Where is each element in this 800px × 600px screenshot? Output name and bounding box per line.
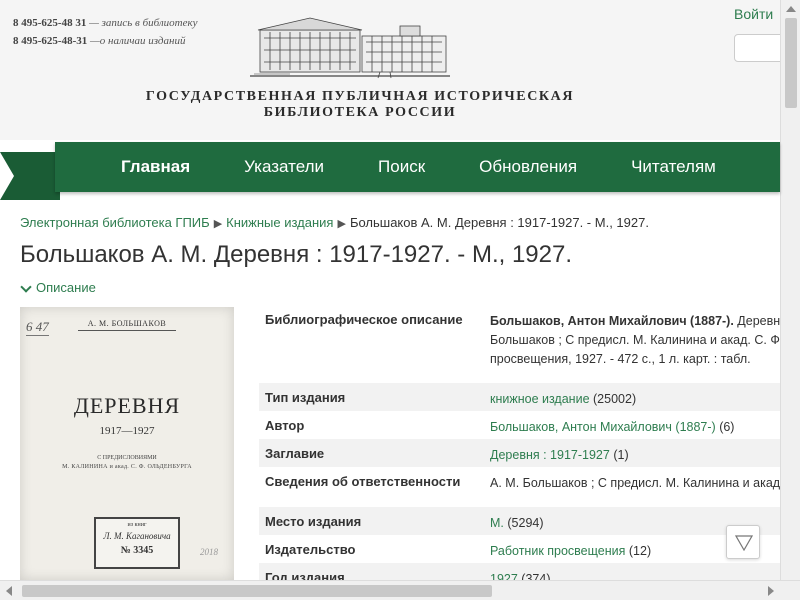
table-row: Место издания М. (5294) — [259, 507, 780, 535]
table-row: Год издания 1927 (374) — [259, 563, 780, 580]
bibliographic-description: Большаков, Антон Михайлович (1887-). Дер… — [490, 314, 780, 366]
horizontal-scrollbar[interactable] — [0, 580, 800, 600]
table-row: Автор Большаков, Антон Михайлович (1887-… — [265, 418, 735, 434]
nav-item-readers[interactable]: Читателям — [631, 142, 716, 192]
table-row: Тип издания книжное издание (25002) — [259, 383, 780, 411]
cover-preface-2: М. КАЛИНИНА и акад. С. Ф. ОЛЬДЕНБУРГА — [62, 464, 192, 470]
nav-item-home[interactable]: Главная — [121, 142, 190, 192]
cover-ownership-stamp: из книг Л. М. Кагановича № 3345 — [94, 517, 180, 569]
triangle-down-icon — [735, 535, 753, 551]
scroll-right-arrow-icon[interactable] — [768, 586, 774, 596]
publisher-link[interactable]: Работник просвещения — [490, 544, 625, 558]
breadcrumb-item-library[interactable]: Электронная библиотека ГПИБ — [20, 215, 210, 230]
horizontal-scroll-thumb[interactable] — [22, 585, 492, 597]
site-header: 8 495-625-48 31 — запись в библиотеку 8 … — [0, 0, 800, 140]
cover-preface-1: С ПРЕДИСЛОВИЯМИ — [97, 455, 157, 461]
phone-line-1: 8 495-625-48 31 — запись в библиотеку — [13, 17, 198, 29]
breadcrumb-current: Большаков А. М. Деревня : 1917-1927. - М… — [349, 215, 649, 230]
main-navigation: Главная Указатели Поиск Обновления Читат… — [55, 142, 780, 192]
table-row: Сведения об ответственности А. М. Больша… — [265, 474, 780, 490]
breadcrumb-separator-icon: ▶ — [213, 218, 223, 230]
scroll-left-arrow-icon[interactable] — [6, 586, 12, 596]
chevron-down-icon — [20, 281, 32, 293]
phone-line-2: 8 495-625-48-31 —о наличаи изданий — [13, 35, 186, 47]
vertical-scrollbar[interactable] — [780, 0, 800, 580]
table-row: Издательство Работник просвещения (12) — [265, 542, 652, 558]
breadcrumb-item-books[interactable]: Книжные издания — [226, 215, 333, 230]
breadcrumb: Электронная библиотека ГПИБ ▶ Книжные изда… — [20, 215, 649, 230]
breadcrumb-separator-icon: ▶ — [337, 218, 346, 230]
cover-pencil-mark: 2018 — [200, 547, 218, 557]
contact-phones: 8 495-625-48 31 — запись в библиотеку 8 … — [13, 14, 198, 50]
library-title: ГОСУДАРСТВЕННАЯ ПУБЛИЧНАЯ ИСТОРИЧЕСКАЯ Б… — [145, 89, 575, 120]
page-title: Большаков А. М. Деревня : 1917-1927. - М… — [20, 241, 573, 268]
table-row: Заглавие Деревня : 1917-1927 (1) — [259, 439, 780, 467]
nav-item-updates[interactable]: Обновления — [479, 142, 577, 192]
bibliographic-table: Библиографическое описание Большаков, Ан… — [259, 305, 780, 580]
book-cover-image[interactable]: 6 47 А. М. БОЛЬШАКОВ ДЕРЕВНЯ 1917—1927 С… — [20, 307, 234, 580]
title-link[interactable]: Деревня : 1917-1927 — [490, 448, 610, 462]
library-building-logo[interactable] — [250, 12, 450, 80]
author-link[interactable]: Большаков, Антон Михайлович (1887-) — [490, 420, 716, 434]
cover-title: ДЕРЕВНЯ — [73, 393, 181, 418]
cover-years: 1917—1927 — [99, 425, 155, 437]
year-link[interactable]: 1927 — [490, 572, 518, 580]
description-toggle[interactable]: Описание — [20, 280, 96, 295]
ribbon-tail-decoration — [0, 152, 60, 200]
login-link[interactable]: Войти — [734, 6, 773, 22]
nav-item-indexes[interactable]: Указатели — [244, 142, 324, 192]
cover-author: А. М. БОЛЬШАКОВ — [87, 319, 167, 328]
scroll-button[interactable] — [726, 525, 760, 559]
nav-item-search[interactable]: Поиск — [378, 142, 425, 192]
vertical-scroll-thumb[interactable] — [785, 18, 797, 108]
edition-type-link[interactable]: книжное издание — [490, 392, 590, 406]
scroll-up-arrow-icon[interactable] — [786, 6, 796, 12]
table-row: Библиографическое описание Большаков, Ан… — [259, 305, 780, 383]
publication-place-link[interactable]: М. — [490, 516, 504, 530]
cover-rule — [78, 330, 176, 331]
